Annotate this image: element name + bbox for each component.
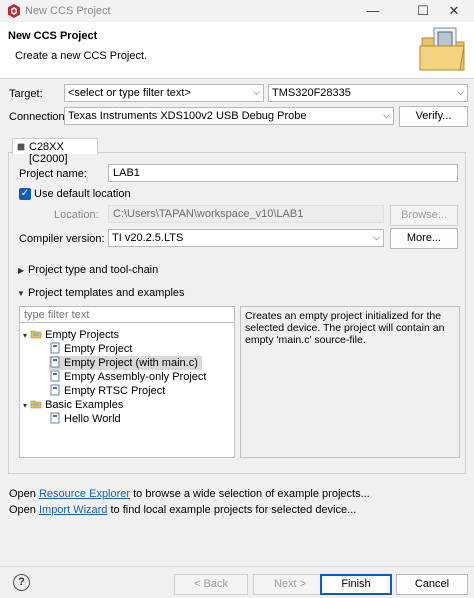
- back-button[interactable]: < Back: [174, 574, 248, 595]
- compiler-version-value: TI v20.2.5.LTS: [112, 232, 184, 244]
- ccs-app-icon: [8, 4, 20, 18]
- finish-button[interactable]: Finish: [320, 574, 392, 595]
- minimize-button[interactable]: —: [353, 1, 393, 21]
- template-description: Creates an empty project initialized for…: [240, 306, 460, 458]
- cancel-button[interactable]: Cancel: [396, 574, 468, 595]
- location-label: Location:: [54, 209, 99, 221]
- project-name-input[interactable]: LAB1: [108, 164, 458, 182]
- collapse-icon[interactable]: ▾: [23, 331, 27, 340]
- folder-icon: [30, 400, 42, 409]
- tree-item-empty-assembly[interactable]: Empty Assembly-only Project: [49, 370, 206, 384]
- connection-value: Texas Instruments XDS100v2 USB Debug Pro…: [68, 110, 307, 122]
- chevron-down-icon: ⌵: [457, 87, 464, 97]
- folder-icon: [30, 330, 42, 339]
- footer-divider: [0, 566, 474, 567]
- chip-icon: [17, 143, 25, 151]
- collapse-icon[interactable]: ▾: [23, 401, 27, 410]
- open-import-wizard-line: Open Import Wizard to find local example…: [9, 504, 357, 516]
- chevron-down-icon: ⌵: [253, 87, 260, 97]
- help-icon[interactable]: ?: [13, 574, 30, 591]
- project-icon: [50, 412, 60, 424]
- location-input[interactable]: C:\Users\TAPAN\workspace_v10\LAB1: [108, 205, 384, 223]
- expand-right-icon[interactable]: ▶: [18, 266, 24, 275]
- target-label: Target:: [9, 88, 43, 100]
- chevron-down-icon: ⌵: [383, 110, 390, 120]
- open-resource-explorer-line: Open Resource Explorer to browse a wide …: [9, 488, 370, 500]
- target-filter-value: <select or type filter text>: [68, 87, 191, 99]
- use-default-location-checkbox[interactable]: ✓: [19, 188, 31, 200]
- verify-button[interactable]: Verify...: [399, 106, 468, 127]
- tree-group-empty-projects[interactable]: ▾ Empty Projects: [23, 328, 119, 342]
- wizard-header: New CCS Project Create a new CCS Project…: [0, 22, 474, 79]
- project-icon: [50, 370, 60, 382]
- target-device-combo[interactable]: TMS320F28335 ⌵: [268, 84, 468, 102]
- project-icon: [50, 384, 60, 396]
- tree-group-basic-examples[interactable]: ▾ Basic Examples: [23, 398, 123, 412]
- more-button[interactable]: More...: [390, 228, 458, 249]
- target-device-value: TMS320F28335: [272, 87, 351, 99]
- wizard-title: New CCS Project: [8, 30, 98, 42]
- compiler-version-combo[interactable]: TI v20.2.5.LTS ⌵: [108, 229, 384, 247]
- import-wizard-link[interactable]: Import Wizard: [39, 504, 107, 516]
- connection-label: Connection:: [9, 111, 68, 123]
- resource-explorer-link[interactable]: Resource Explorer: [39, 488, 130, 500]
- tree-item-empty-rtsc[interactable]: Empty RTSC Project: [49, 384, 165, 398]
- project-name-label: Project name:: [19, 168, 87, 180]
- expand-down-icon[interactable]: ▼: [17, 289, 25, 298]
- project-folder-icon: [419, 27, 465, 71]
- target-filter-combo[interactable]: <select or type filter text> ⌵: [64, 84, 264, 102]
- window-title: New CCS Project: [25, 5, 111, 17]
- wizard-description: Create a new CCS Project.: [15, 50, 148, 62]
- section-templates[interactable]: Project templates and examples: [28, 287, 185, 299]
- browse-button[interactable]: Browse...: [390, 205, 458, 226]
- tree-item-empty-project[interactable]: Empty Project: [49, 342, 132, 356]
- use-default-location-label: Use default location: [34, 188, 131, 200]
- project-icon: [50, 356, 60, 368]
- project-icon: [50, 342, 60, 354]
- tree-item-empty-project-main[interactable]: Empty Project (with main.c): [49, 356, 202, 370]
- tree-item-hello-world[interactable]: Hello World: [49, 412, 121, 426]
- compiler-version-label: Compiler version:: [19, 233, 105, 245]
- template-tree: ▾ Empty Projects Empty Project Empty Pro…: [19, 322, 235, 458]
- next-button[interactable]: Next >: [253, 574, 327, 595]
- connection-combo[interactable]: Texas Instruments XDS100v2 USB Debug Pro…: [64, 107, 394, 125]
- chevron-down-icon: ⌵: [373, 232, 380, 242]
- close-button[interactable]: ✕: [434, 1, 474, 21]
- section-project-type[interactable]: Project type and tool-chain: [28, 264, 158, 276]
